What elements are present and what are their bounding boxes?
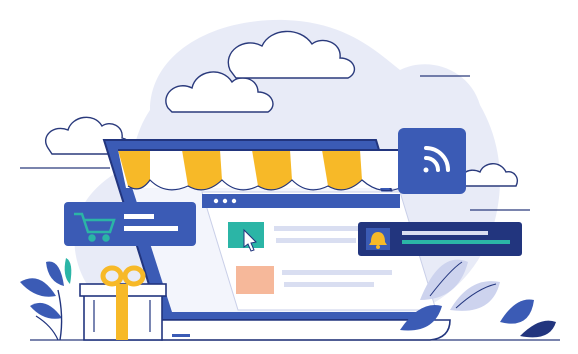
leaf-plant-icon	[20, 258, 72, 341]
wifi-card[interactable]	[398, 128, 466, 194]
store-awning	[118, 149, 401, 192]
bell-icon	[366, 228, 390, 250]
online-store-illustration	[0, 0, 578, 354]
notification-card[interactable]	[358, 222, 522, 256]
cart-card[interactable]	[64, 202, 196, 246]
product-thumbnail-salmon[interactable]	[236, 266, 274, 294]
